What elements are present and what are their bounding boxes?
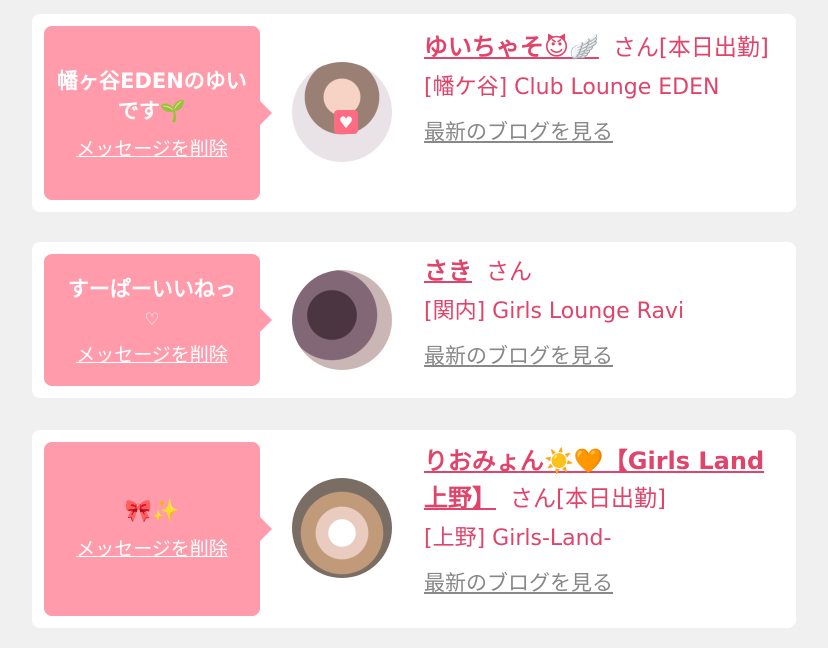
message-text: 🎀✨: [124, 498, 180, 524]
heart-outline-icon: ♡: [144, 309, 160, 330]
profile-info: りおみょん☀️🧡【Girls Land上野】 さん[本日出勤] [上野] Girl…: [424, 444, 784, 598]
status-badge: [本日出勤]: [658, 35, 769, 61]
delete-message-link[interactable]: メッセージを削除: [76, 134, 228, 161]
delete-message-link[interactable]: メッセージを削除: [76, 534, 228, 561]
message-card: 幡ヶ谷EDENのゆいです🌱 メッセージを削除 ♥ ゆいちゃそ😈🪽 さん[本日出勤]…: [32, 14, 796, 212]
profile-info: ゆいちゃそ😈🪽 さん[本日出勤] [幡ケ谷] Club Lounge EDEN 最…: [424, 30, 784, 147]
avatar[interactable]: ♥: [292, 62, 392, 162]
message-card: 🎀✨ メッセージを削除 りおみょん☀️🧡【Girls Land上野】 さん[本日出…: [32, 430, 796, 628]
message-bubble: 🎀✨ メッセージを削除: [44, 442, 272, 616]
profile-name-link[interactable]: さき: [424, 257, 472, 285]
profile-info: さき さん [関内] Girls Lounge Ravi 最新のブログを見る: [424, 254, 784, 371]
avatar[interactable]: [292, 270, 392, 370]
message-text: すーぱーいいねっ: [68, 276, 236, 301]
message-bubble: すーぱーいいねっ ♡ メッセージを削除: [44, 254, 272, 386]
blog-link[interactable]: 最新のブログを見る: [424, 117, 613, 147]
profile-name-link[interactable]: ゆいちゃそ😈🪽: [424, 33, 599, 61]
message-card: すーぱーいいねっ ♡ メッセージを削除 さき さん [関内] Girls Loun…: [32, 242, 796, 398]
shop-name: [上野] Girls-Land-: [424, 526, 612, 551]
message-bubble: 幡ヶ谷EDENのゆいです🌱 メッセージを削除: [44, 26, 272, 200]
status-badge: [本日出勤]: [556, 486, 666, 512]
shop-name: [関内] Girls Lounge Ravi: [424, 299, 685, 324]
blog-link[interactable]: 最新のブログを見る: [424, 568, 613, 598]
shop-name: [幡ケ谷] Club Lounge EDEN: [424, 75, 720, 100]
blog-link[interactable]: 最新のブログを見る: [424, 341, 613, 371]
honorific: さん: [612, 35, 659, 61]
delete-message-link[interactable]: メッセージを削除: [76, 340, 228, 367]
avatar[interactable]: [292, 478, 392, 578]
message-text: 幡ヶ谷EDENのゆいです🌱: [57, 68, 247, 123]
honorific: さん: [510, 486, 556, 512]
honorific: さん: [486, 259, 532, 285]
heart-icon: ♥: [334, 110, 358, 134]
